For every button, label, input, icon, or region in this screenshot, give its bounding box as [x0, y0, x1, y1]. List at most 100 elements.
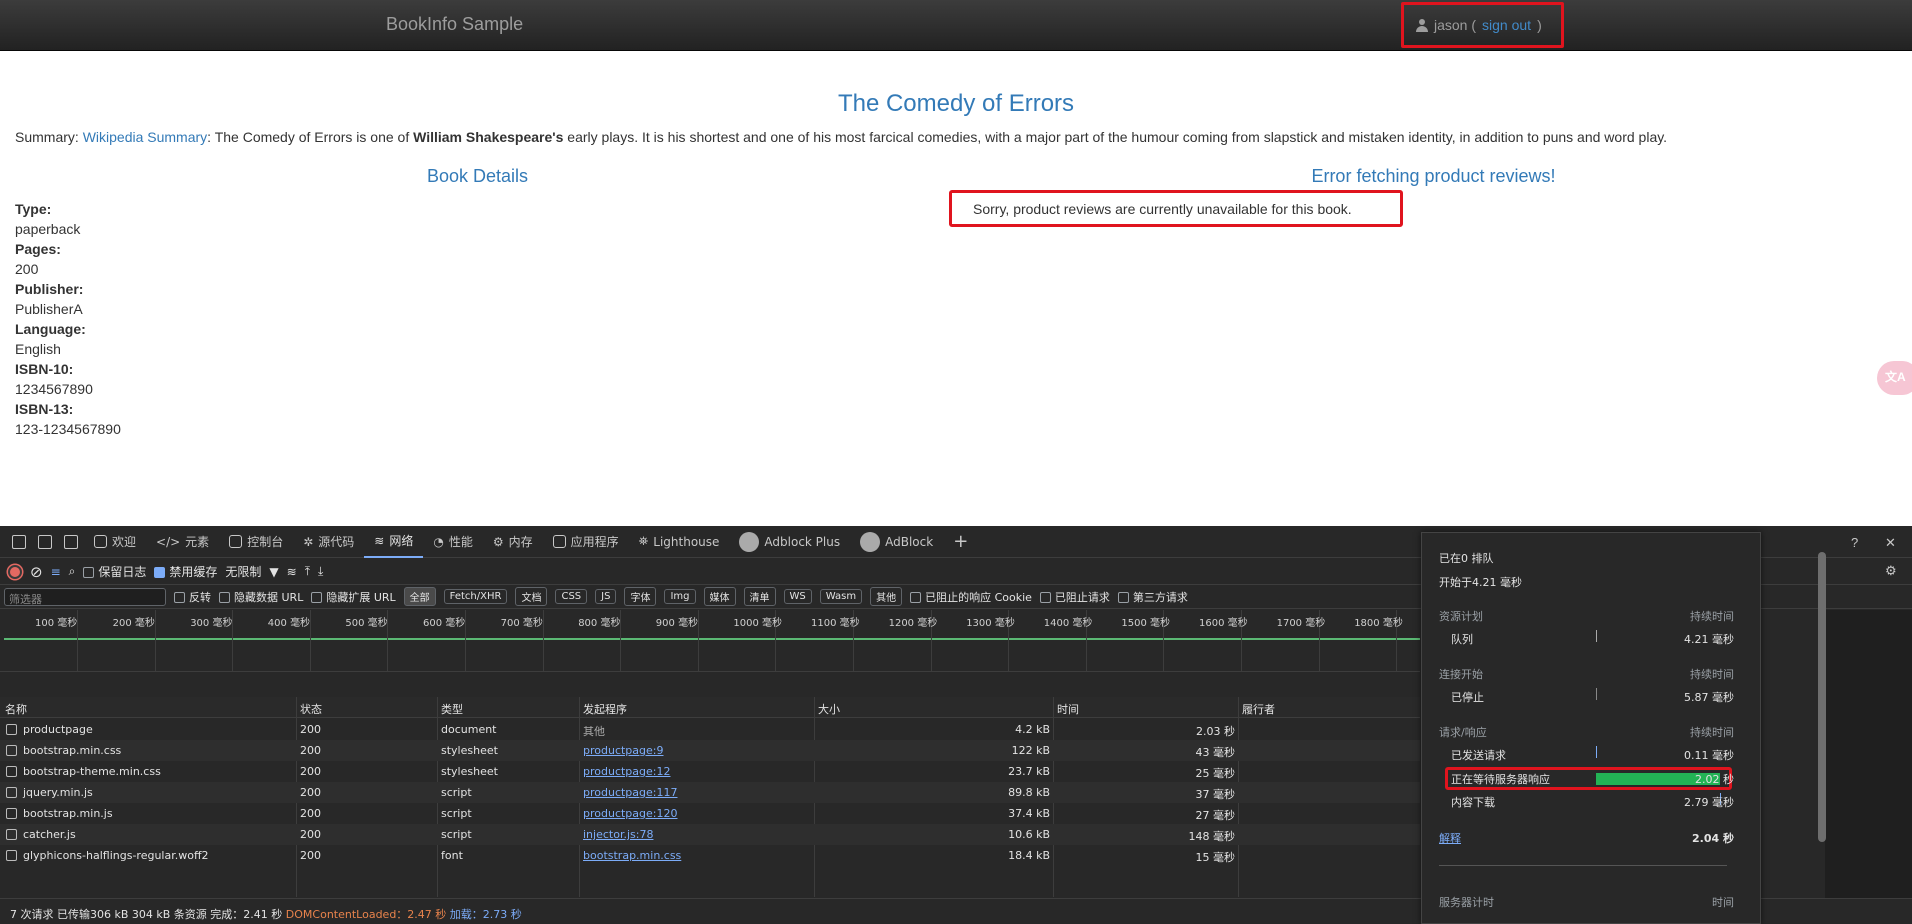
tab-welcome[interactable]: 欢迎 — [84, 526, 146, 558]
close-devtools-icon[interactable]: ✕ — [1885, 535, 1896, 551]
blocked-cookies-checkbox[interactable]: 已阻止的响应 Cookie — [910, 589, 1032, 605]
tab-adblock[interactable]: AdBlock — [850, 526, 943, 558]
script-icon — [6, 829, 17, 840]
caret-down-icon[interactable]: ▼ — [269, 565, 278, 579]
tab-lighthouse[interactable]: ⛯ Lighthouse — [629, 526, 730, 558]
document-icon — [6, 724, 17, 735]
settings-gear-icon[interactable]: ⚙ — [1885, 563, 1897, 579]
filter-input[interactable]: 筛选器 — [4, 587, 166, 606]
timing-label: 已停止 — [1451, 691, 1484, 704]
download-icon[interactable]: ⤓ — [318, 564, 323, 579]
filter-chip-img[interactable]: Img — [664, 589, 696, 604]
filter-chip-doc[interactable]: 文档 — [515, 587, 548, 606]
help-icon[interactable]: ? — [1851, 535, 1858, 550]
filter-chip-all[interactable]: 全部 — [403, 587, 436, 606]
col-size[interactable]: 大小 — [818, 701, 840, 717]
table-row[interactable]: bootstrap-theme.min.css 200 stylesheet p… — [0, 761, 1420, 782]
hide-data-url-checkbox[interactable]: 隐藏数据 URL — [219, 589, 303, 605]
wikipedia-summary-link[interactable]: Wikipedia Summary — [83, 129, 207, 145]
preserve-log-label: 保留日志 — [98, 565, 147, 579]
tab-console[interactable]: 控制台 — [219, 526, 293, 558]
detail-value: PublisherA — [15, 301, 83, 317]
brand[interactable]: BookInfo Sample — [386, 14, 523, 35]
dock-icon[interactable] — [64, 534, 78, 549]
table-row[interactable]: bootstrap.min.css 200 stylesheet product… — [0, 740, 1420, 761]
hide-ext-url-checkbox[interactable]: 隐藏扩展 URL — [311, 589, 396, 605]
cell-initiator-link[interactable]: productpage:120 — [583, 807, 677, 820]
col-name[interactable]: 名称 — [5, 701, 27, 717]
col-time[interactable]: 时间 — [1057, 701, 1079, 717]
tab-performance[interactable]: ◔ 性能 — [423, 526, 483, 558]
add-tab-button[interactable]: + — [943, 526, 978, 558]
col-initiator[interactable]: 发起程序 — [583, 701, 627, 717]
table-row[interactable]: jquery.min.js 200 script productpage:117… — [0, 782, 1420, 803]
cell-initiator-link[interactable]: productpage:117 — [583, 786, 677, 799]
search-icon[interactable]: ⌕ — [69, 564, 76, 579]
filter-chip-js[interactable]: JS — [595, 589, 617, 604]
application-icon — [552, 535, 566, 548]
popup-scrollbar[interactable] — [1818, 552, 1826, 842]
filter-chip-ws[interactable]: WS — [783, 589, 812, 604]
cell-status: 200 — [300, 786, 321, 799]
invert-checkbox[interactable]: 反转 — [174, 589, 211, 605]
filter-icon[interactable]: ≡ — [51, 565, 61, 579]
checkbox-icon — [910, 592, 922, 603]
table-row[interactable]: catcher.js 200 script injector.js:78 10.… — [0, 824, 1420, 845]
username: jason ( — [1434, 17, 1477, 33]
third-party-label: 第三方请求 — [1132, 590, 1188, 604]
explain-link[interactable]: 解释 — [1439, 830, 1461, 846]
record-icon[interactable] — [8, 564, 22, 579]
tab-memory[interactable]: ⚙ 内存 — [483, 526, 543, 558]
col-type[interactable]: 类型 — [441, 701, 463, 717]
sign-out-link[interactable]: sign out — [1482, 17, 1531, 33]
filter-chip-wasm[interactable]: Wasm — [819, 589, 863, 604]
tab-label: 控制台 — [247, 535, 284, 549]
blocked-requests-checkbox[interactable]: 已阻止请求 — [1039, 589, 1110, 605]
cell-initiator-link[interactable]: injector.js:78 — [583, 828, 653, 841]
timing-value: 0.11 毫秒 — [1684, 749, 1734, 762]
cell-size: 122 kB — [1011, 744, 1050, 757]
filter-chip-media[interactable]: 媒体 — [703, 587, 736, 606]
upload-icon[interactable]: ⤒ — [305, 564, 310, 579]
col-fulfilled-by[interactable]: 履行者 — [1242, 701, 1275, 717]
cell-initiator-link[interactable]: productpage:9 — [583, 744, 664, 757]
blocked-cookies-label: 已阻止的响应 Cookie — [925, 590, 1032, 604]
stalled-bar — [1596, 688, 1597, 700]
filter-chip-other[interactable]: 其他 — [870, 587, 903, 606]
preserve-log-checkbox[interactable]: 保留日志 — [83, 563, 146, 580]
duration-label: 持续时间 — [1690, 610, 1734, 623]
timeline-tick-label: 1000 毫秒 — [733, 618, 783, 629]
table-row[interactable]: productpage 200 document 其他 4.2 kB 2.03 … — [0, 719, 1420, 740]
status-load: 加载：2.73 秒 — [449, 908, 522, 921]
table-row[interactable]: glyphicons-halflings-regular.woff2 200 f… — [0, 845, 1420, 866]
inspect-icon[interactable] — [12, 534, 26, 549]
tab-elements[interactable]: </> 元素 — [146, 526, 219, 558]
user-menu: jason ( sign out ) — [1401, 2, 1564, 48]
queued-at: 已在0 排队 — [1439, 552, 1494, 565]
filter-chip-fetch[interactable]: Fetch/XHR — [443, 589, 508, 604]
cell-initiator-link[interactable]: productpage:12 — [583, 765, 670, 778]
third-party-checkbox[interactable]: 第三方请求 — [1117, 589, 1188, 605]
disable-cache-checkbox[interactable]: 禁用缓存 — [154, 563, 217, 580]
tab-adblock-plus[interactable]: Adblock Plus — [729, 526, 850, 558]
lighthouse-icon: ⛯ — [638, 534, 649, 548]
network-conditions-icon[interactable]: ≋ — [287, 565, 297, 579]
filter-chip-font[interactable]: 字体 — [624, 587, 657, 606]
clear-icon[interactable]: ⊘ — [30, 563, 43, 581]
tab-network[interactable]: ≋ 网络 — [364, 526, 424, 558]
tab-sources[interactable]: ✲ 源代码 — [293, 526, 364, 558]
tab-application[interactable]: 应用程序 — [543, 526, 629, 558]
translate-icon[interactable]: 文A — [1877, 361, 1912, 395]
cell-status: 200 — [300, 849, 321, 862]
col-status[interactable]: 状态 — [300, 701, 322, 717]
timing-label: 内容下载 — [1451, 796, 1495, 809]
cell-initiator-link[interactable]: bootstrap.min.css — [583, 849, 681, 862]
timing-value: 2.02 秒 — [1695, 773, 1734, 786]
filter-chip-manifest[interactable]: 清单 — [743, 587, 776, 606]
cell-name: bootstrap.min.js — [23, 807, 113, 820]
device-toolbar-icon[interactable] — [38, 534, 52, 549]
throttle-select[interactable]: 无限制 — [225, 563, 261, 580]
filter-chip-css[interactable]: CSS — [555, 589, 588, 604]
network-overview-timeline[interactable]: 100 毫秒 200 毫秒 300 毫秒 400 毫秒 500 毫秒 600 毫秒 700 … — [0, 610, 1420, 672]
table-row[interactable]: bootstrap.min.js 200 script productpage:… — [0, 803, 1420, 824]
